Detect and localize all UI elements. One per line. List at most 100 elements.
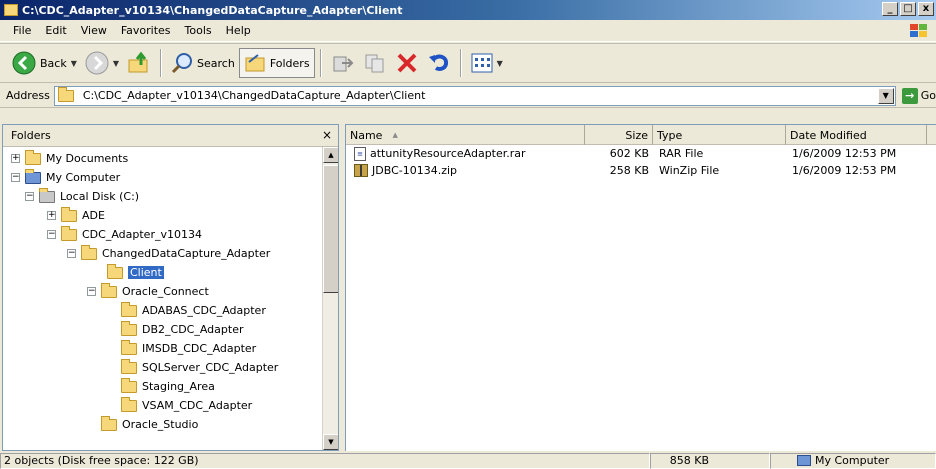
column-headers: Name ▲ Size Type Date Modified — [346, 125, 936, 145]
tree-item[interactable]: Client — [107, 263, 164, 282]
views-button[interactable]: ▼ — [467, 48, 507, 78]
scroll-up-icon[interactable]: ▲ — [323, 147, 338, 163]
tree-item-label: IMSDB_CDC_Adapter — [142, 342, 257, 355]
tree-item-label: SQLServer_CDC_Adapter — [142, 361, 279, 374]
forward-button[interactable]: ▼ — [81, 48, 123, 78]
collapse-icon[interactable]: − — [11, 173, 20, 182]
address-dropdown-icon[interactable]: ▼ — [877, 87, 894, 104]
menu-edit[interactable]: Edit — [38, 24, 73, 37]
zip-file-icon — [354, 164, 368, 177]
tree-item[interactable]: ADABAS_CDC_Adapter — [121, 301, 266, 320]
column-header-name[interactable]: Name ▲ — [346, 125, 585, 145]
expand-icon[interactable]: + — [11, 154, 20, 163]
folder-icon — [121, 377, 137, 393]
tree-item[interactable]: − CDC_Adapter_v10134 — [47, 225, 202, 244]
tree-item[interactable]: + My Documents — [11, 149, 128, 168]
address-bar: Address C:\CDC_Adapter_v10134\ChangedDat… — [0, 84, 936, 108]
forward-dropdown-icon[interactable]: ▼ — [113, 59, 119, 68]
tree-item[interactable]: + ADE — [47, 206, 105, 225]
folder-icon — [121, 320, 137, 336]
tree-item[interactable]: DB2_CDC_Adapter — [121, 320, 244, 339]
folder-icon — [81, 244, 97, 260]
tree-item[interactable]: VSAM_CDC_Adapter — [121, 396, 252, 415]
scroll-down-icon[interactable]: ▼ — [323, 434, 338, 450]
tree-item[interactable]: Oracle_Studio — [101, 415, 198, 434]
folder-tree: + My Documents − My Computer − Local Disk (C:… — [3, 147, 338, 450]
back-dropdown-icon[interactable]: ▼ — [71, 59, 77, 68]
menu-bar: File Edit View Favorites Tools Help — [0, 20, 936, 42]
file-list: Name ▲ Size Type Date Modified ≡ attunit… — [345, 124, 936, 451]
folders-pane-header: Folders × — [3, 125, 338, 147]
title-bar[interactable]: C:\CDC_Adapter_v10134\ChangedDataCapture… — [0, 0, 936, 20]
folders-button[interactable]: Folders — [238, 48, 315, 78]
copy-to-button[interactable] — [359, 48, 391, 78]
file-row[interactable]: ≡ attunityResourceAdapter.rar 602 KB RAR… — [346, 145, 936, 162]
collapse-icon[interactable]: − — [25, 192, 34, 201]
menu-help[interactable]: Help — [219, 24, 258, 37]
sort-ascending-icon: ▲ — [392, 131, 398, 139]
menu-file[interactable]: File — [6, 24, 38, 37]
window-title: C:\CDC_Adapter_v10134\ChangedDataCapture… — [22, 3, 403, 17]
address-input[interactable]: C:\CDC_Adapter_v10134\ChangedDataCapture… — [53, 85, 896, 106]
file-date: 1/6/2009 12:53 PM — [792, 164, 897, 177]
delete-button[interactable] — [391, 48, 423, 78]
expand-icon[interactable]: + — [47, 211, 56, 220]
folder-window-icon — [4, 4, 18, 16]
status-bar: 2 objects (Disk free space: 122 GB) 858 … — [0, 452, 936, 469]
column-header-date-modified[interactable]: Date Modified — [786, 125, 927, 145]
views-dropdown-icon[interactable]: ▼ — [497, 59, 503, 68]
maximize-button[interactable]: □ — [900, 2, 916, 16]
up-folder-button[interactable] — [123, 48, 155, 78]
toolbar-separator — [459, 49, 462, 77]
tree-item-label: Oracle_Connect — [122, 285, 209, 298]
forward-arrow-icon — [85, 51, 109, 75]
minimize-button[interactable]: _ — [882, 2, 898, 16]
undo-button[interactable] — [423, 48, 455, 78]
folder-icon — [101, 282, 117, 298]
tree-scrollbar[interactable]: ▲ ▼ — [322, 147, 338, 450]
scroll-thumb[interactable] — [323, 165, 338, 293]
file-name: attunityResourceAdapter.rar — [370, 147, 526, 160]
collapse-icon[interactable]: − — [47, 230, 56, 239]
menu-tools[interactable]: Tools — [178, 24, 219, 37]
copy-to-icon — [365, 54, 384, 73]
tree-item[interactable]: − Local Disk (C:) — [25, 187, 139, 206]
tree-item[interactable]: Staging_Area — [121, 377, 215, 396]
menu-favorites[interactable]: Favorites — [114, 24, 178, 37]
search-label: Search — [197, 56, 235, 70]
search-button[interactable]: Search — [167, 48, 239, 78]
file-name: JDBC-10134.zip — [372, 164, 458, 177]
column-header-type[interactable]: Type — [653, 125, 786, 145]
folders-icon — [245, 54, 265, 72]
tree-item-label: Client — [128, 266, 164, 279]
collapse-icon[interactable]: − — [67, 249, 76, 258]
undo-icon — [428, 54, 448, 71]
collapse-icon[interactable]: − — [87, 287, 96, 296]
menu-view[interactable]: View — [74, 24, 114, 37]
status-objects: 2 objects (Disk free space: 122 GB) — [0, 452, 650, 469]
views-grid-icon — [471, 53, 493, 73]
folders-close-icon[interactable]: × — [322, 128, 332, 142]
close-button[interactable]: x — [918, 2, 934, 16]
address-label: Address — [6, 89, 50, 102]
address-path: C:\CDC_Adapter_v10134\ChangedDataCapture… — [82, 89, 426, 102]
tree-item[interactable]: SQLServer_CDC_Adapter — [121, 358, 278, 377]
column-header-size[interactable]: Size — [585, 125, 653, 145]
file-name-cell: ≡ attunityResourceAdapter.rar — [346, 146, 585, 161]
tree-item-label: ADABAS_CDC_Adapter — [142, 304, 266, 317]
status-size: 858 KB — [650, 452, 770, 469]
my-computer-icon — [797, 455, 811, 466]
file-type: RAR File — [659, 147, 704, 160]
tree-item-label: VSAM_CDC_Adapter — [142, 399, 253, 412]
tree-item-label: Oracle_Studio — [122, 418, 199, 431]
file-row[interactable]: JDBC-10134.zip 258 KB WinZip File 1/6/20… — [346, 162, 936, 179]
tree-item[interactable]: − My Computer — [11, 168, 120, 187]
back-button[interactable]: Back ▼ — [8, 48, 81, 78]
move-to-button[interactable] — [327, 48, 359, 78]
tree-item-label: ADE — [82, 209, 105, 222]
tree-item[interactable]: − ChangedDataCapture_Adapter — [67, 244, 270, 263]
status-location: My Computer — [770, 452, 936, 469]
tree-item[interactable]: − Oracle_Connect — [87, 282, 209, 301]
tree-item[interactable]: IMSDB_CDC_Adapter — [121, 339, 256, 358]
go-button[interactable]: → Go — [901, 87, 936, 104]
